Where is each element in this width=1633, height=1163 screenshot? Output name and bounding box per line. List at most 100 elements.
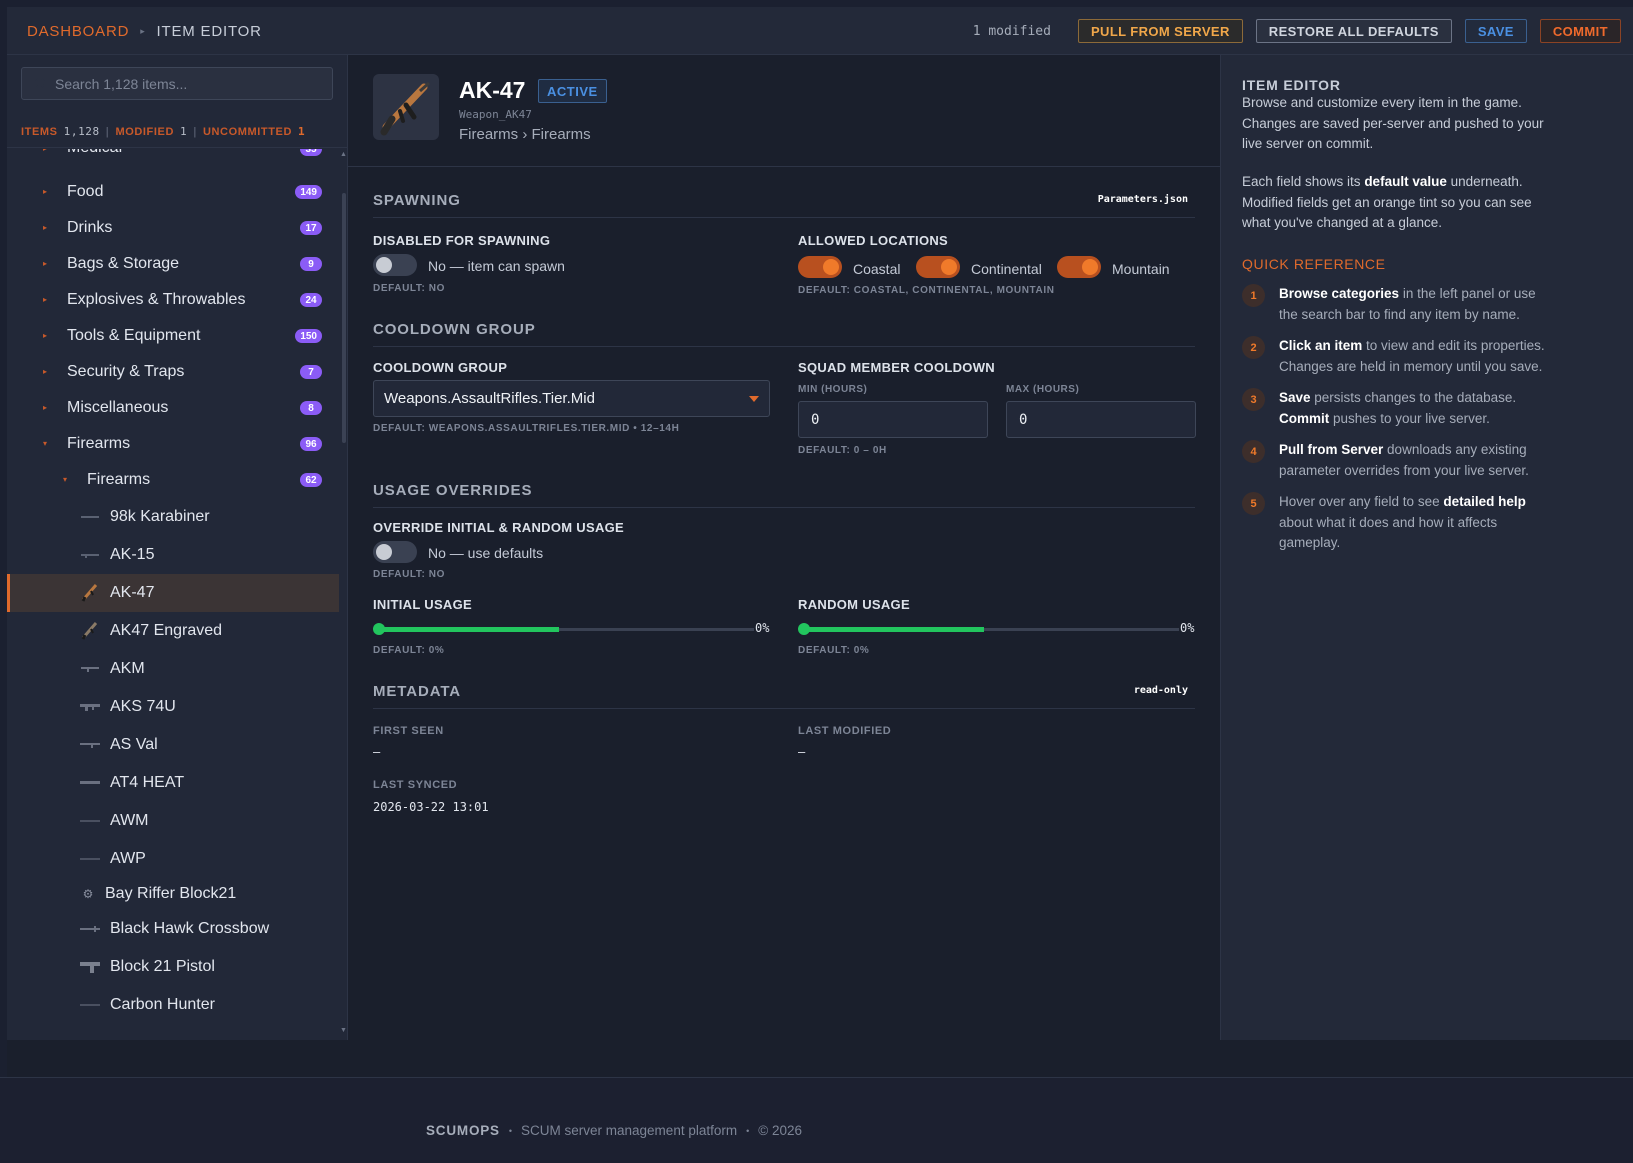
tree-item[interactable]: AKS 74U: [7, 688, 339, 726]
scroll-up-icon[interactable]: ▲: [340, 151, 347, 158]
category-tree: ▸ Medical 35 ▸ Food 149 ▸ Drinks 17 ▸ Ba…: [7, 149, 339, 1034]
tree-category-food[interactable]: ▸ Food 149: [7, 174, 339, 210]
footer-separator: •: [746, 1125, 750, 1136]
tree-category-misc[interactable]: ▸ Miscellaneous 8: [7, 390, 339, 426]
section-divider: [373, 507, 1195, 508]
field-default: DEFAULT: WEAPONS.ASSAULTRIFLES.TIER.MID …: [373, 423, 680, 434]
save-button[interactable]: SAVE: [1464, 19, 1527, 43]
search-input[interactable]: Search 1,128 items...: [21, 67, 333, 100]
step-rest: about what it does and how it affects ga…: [1279, 514, 1498, 551]
source-file-tag: Parameters.json: [1097, 194, 1188, 205]
chevron-down-icon: ▾: [63, 475, 68, 484]
quick-reference-title: QUICK REFERENCE: [1242, 256, 1386, 272]
toggle-knob: [941, 259, 957, 275]
tree-category-bags[interactable]: ▸ Bags & Storage 9: [7, 246, 339, 282]
tree-category-firearms[interactable]: ▾ Firearms 96: [7, 426, 339, 462]
breadcrumb-separator-icon: ▸: [140, 25, 146, 36]
ak47-icon: [380, 81, 430, 136]
toggle-label: No — use defaults: [428, 545, 544, 561]
field-label: COOLDOWN GROUP: [373, 360, 508, 375]
step-bold: detailed help: [1443, 494, 1526, 509]
tree-subcategory-firearms[interactable]: ▾ Firearms 62: [7, 462, 339, 498]
tree-item[interactable]: Carbon Hunter: [7, 986, 339, 1024]
step-bold: Pull from Server: [1279, 442, 1384, 457]
step-text: Save persists changes to the database. C…: [1279, 388, 1549, 429]
tree-category-label: Medical: [67, 149, 122, 157]
max-hours-input[interactable]: 0: [1006, 401, 1196, 438]
disabled-spawning-toggle[interactable]: [373, 254, 417, 276]
metadata-section: METADATA read-only: [373, 683, 1195, 709]
modified-count: 1 modified: [972, 23, 1051, 39]
tree-item[interactable]: AT4 HEAT: [7, 764, 339, 802]
section-divider: [373, 217, 1195, 218]
tree-category-label: Miscellaneous: [67, 399, 169, 416]
tree-item[interactable]: 98k Karabiner: [7, 498, 339, 536]
location-toggle-continental[interactable]: [916, 256, 960, 278]
rifle-icon: [79, 734, 101, 756]
help-paragraph: Each field shows its default value under…: [1242, 172, 1552, 234]
tree-category-explosives[interactable]: ▸ Explosives & Throwables 24: [7, 282, 339, 318]
location-toggle-coastal[interactable]: [798, 256, 842, 278]
location-label: Continental: [971, 261, 1042, 277]
tree-category-drinks[interactable]: ▸ Drinks 17: [7, 210, 339, 246]
step-number: 5: [1242, 492, 1265, 515]
tree-item[interactable]: Black Hawk Crossbow: [7, 910, 339, 948]
usage-section: USAGE OVERRIDES: [373, 482, 1195, 508]
tree-item-label: AKM: [110, 660, 145, 677]
override-usage-toggle[interactable]: [373, 541, 417, 563]
min-hours-input[interactable]: 0: [798, 401, 988, 438]
tree-item[interactable]: ⚙ Bay Riffer Block21: [7, 878, 339, 910]
location-toggle-mountain[interactable]: [1057, 256, 1101, 278]
ak47-icon: [79, 582, 101, 604]
restore-defaults-button[interactable]: RESTORE ALL DEFAULTS: [1255, 19, 1452, 43]
step-rest: pushes to your live server.: [1329, 410, 1490, 426]
cooldown-group-select[interactable]: Weapons.AssaultRifles.Tier.Mid: [373, 380, 770, 417]
item-sidebar: Search 1,128 items... ITEMS 1,128 | MODI…: [7, 55, 348, 1040]
stat-divider: |: [105, 125, 110, 138]
top-bar: DASHBOARD ▸ ITEM EDITOR 1 modified PULL …: [7, 7, 1633, 55]
commit-button[interactable]: COMMIT: [1539, 19, 1621, 43]
sidebar-scrollbar[interactable]: [342, 193, 346, 443]
slider-handle[interactable]: [373, 623, 385, 635]
tree-item[interactable]: AS Val: [7, 726, 339, 764]
tree-item[interactable]: AWP: [7, 840, 339, 878]
tree-item[interactable]: Block 21 Pistol: [7, 948, 339, 986]
tree-category-security[interactable]: ▸ Security & Traps 7: [7, 354, 339, 390]
toggle-knob: [376, 544, 392, 560]
initial-usage-slider[interactable]: 0%: [373, 619, 770, 639]
tree-item[interactable]: AWM: [7, 802, 339, 840]
pull-from-server-button[interactable]: PULL FROM SERVER: [1077, 19, 1243, 43]
chevron-right-icon: ▸: [43, 223, 48, 232]
tree-item[interactable]: AKM: [7, 650, 339, 688]
tree-category-label: Bags & Storage: [67, 255, 180, 272]
smg-icon: [79, 696, 101, 718]
last-synced-label: LAST SYNCED: [373, 779, 458, 791]
tree-category-label: Tools & Equipment: [67, 327, 201, 344]
field-label: OVERRIDE INITIAL & RANDOM USAGE: [373, 520, 625, 535]
sniper-icon: [79, 810, 101, 832]
breadcrumb-dashboard-link[interactable]: DASHBOARD: [27, 23, 129, 40]
scroll-down-icon[interactable]: ▼: [340, 1027, 347, 1034]
tree-item[interactable]: AK47 Engraved: [7, 612, 339, 650]
slider-handle[interactable]: [798, 623, 810, 635]
count-badge: 8: [300, 401, 322, 415]
tree-item-selected[interactable]: AK-47: [7, 574, 339, 612]
field-label: RANDOM USAGE: [798, 597, 910, 612]
count-badge: 17: [300, 221, 322, 235]
tree-category-medical[interactable]: ▸ Medical 35: [7, 149, 339, 161]
chevron-right-icon: ▸: [43, 187, 48, 196]
min-hours-label: MIN (HOURS): [798, 384, 868, 395]
toolbar: 1 modified PULL FROM SERVER RESTORE ALL …: [973, 7, 1621, 55]
tree-item-label: Carbon Hunter: [110, 996, 215, 1013]
tree-category-tools[interactable]: ▸ Tools & Equipment 150: [7, 318, 339, 354]
location-label: Coastal: [853, 261, 901, 277]
tree-item[interactable]: AK-15: [7, 536, 339, 574]
toggle-knob: [823, 259, 839, 275]
slider-value: 0%: [1180, 621, 1195, 635]
search-placeholder: Search 1,128 items...: [55, 75, 188, 92]
field-default: DEFAULT: 0 – 0H: [798, 445, 887, 456]
random-usage-slider[interactable]: 0%: [798, 619, 1195, 639]
cooldown-section: COOLDOWN GROUP: [373, 321, 1195, 347]
count-badge: 7: [300, 365, 322, 379]
breadcrumb-current: ITEM EDITOR: [156, 22, 262, 40]
